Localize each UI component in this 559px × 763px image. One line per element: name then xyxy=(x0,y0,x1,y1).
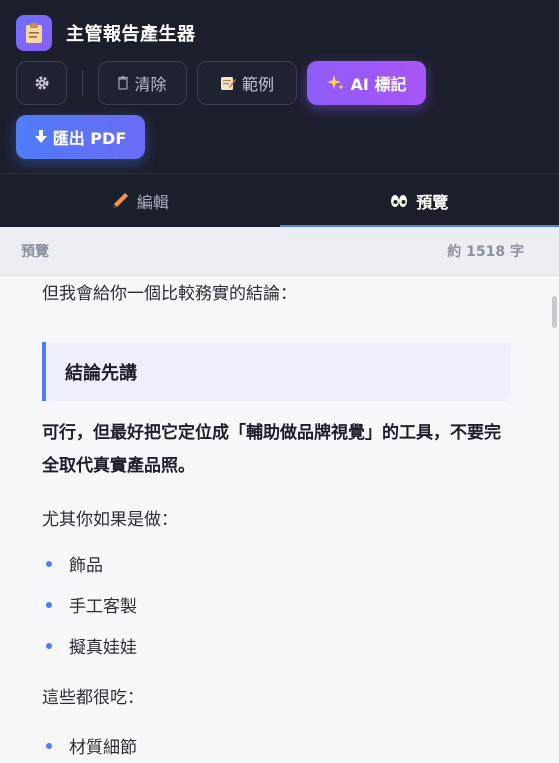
trash-icon xyxy=(118,76,129,90)
list-item-text: 飾品 xyxy=(69,556,103,576)
intro-paragraph: 但我會給你一個比較務實的結論： xyxy=(42,284,297,304)
export-pdf-label: 匯出 PDF xyxy=(52,129,127,148)
tab-preview-label: 預覽 xyxy=(416,192,449,212)
bullet-dot xyxy=(46,742,52,749)
list-item: 飾品 xyxy=(46,543,137,584)
pencil-icon xyxy=(111,192,129,210)
download-arrow-icon xyxy=(34,130,47,144)
category-list: 飾品 手工客製 擬真娃娃 xyxy=(46,543,137,666)
list-item: 手工客製 xyxy=(46,584,137,625)
example-button[interactable]: 範例 xyxy=(197,61,297,105)
list-item-text: 手工客製 xyxy=(69,597,137,617)
app-window: 主管報告產生器 清除 範例 AI 標記 匯出 PDF 編輯 預覽 預覽 約 15… xyxy=(0,0,559,763)
view-tabs: 編輯 預覽 xyxy=(0,173,559,227)
paragraph-especially: 尤其你如果是做： xyxy=(42,510,178,530)
settings-button[interactable] xyxy=(16,61,67,105)
clear-label: 清除 xyxy=(134,75,167,94)
paragraph-demanding: 這些都很吃： xyxy=(42,688,144,708)
toolbar: 清除 範例 AI 標記 xyxy=(16,61,426,105)
bold-statement: 可行，但最好把它定位成「輔助做品牌視覺」的工具，不要完全取代真實產品照。 xyxy=(42,423,501,476)
memo-icon xyxy=(220,75,236,91)
ai-mark-label: AI 標記 xyxy=(350,75,407,94)
list-item: 材質細節 xyxy=(46,725,137,763)
tab-preview[interactable]: 預覽 xyxy=(279,174,559,227)
app-header: 主管報告產生器 清除 範例 AI 標記 匯出 PDF xyxy=(0,0,559,173)
bullet-dot xyxy=(46,601,52,608)
ai-mark-button[interactable]: AI 標記 xyxy=(307,61,426,105)
clear-button[interactable]: 清除 xyxy=(98,61,187,105)
word-count: 約 1518 字 xyxy=(447,244,524,260)
example-label: 範例 xyxy=(241,75,274,94)
scrollbar-thumb[interactable] xyxy=(552,296,557,328)
callout-heading: 結論先講 xyxy=(42,342,511,401)
bullet-dot xyxy=(46,642,52,649)
clipboard-icon xyxy=(16,15,52,51)
eyes-icon xyxy=(390,194,408,208)
preview-label: 預覽 xyxy=(21,244,49,260)
preview-status-bar: 預覽 約 1518 字 xyxy=(0,227,559,276)
sparkles-icon xyxy=(326,74,345,92)
toolbar-divider xyxy=(82,70,83,96)
title-row: 主管報告產生器 xyxy=(16,15,196,51)
tab-edit[interactable]: 編輯 xyxy=(0,174,280,227)
preview-content[interactable]: 但我會給你一個比較務實的結論： 結論先講 可行，但最好把它定位成「輔助做品牌視覺… xyxy=(0,276,559,763)
tab-edit-label: 編輯 xyxy=(136,192,169,212)
detail-list: 材質細節 xyxy=(46,725,137,763)
bullet-dot xyxy=(46,560,52,567)
list-item: 擬真娃娃 xyxy=(46,625,137,666)
list-item-text: 材質細節 xyxy=(69,738,137,758)
app-title: 主管報告產生器 xyxy=(66,24,196,45)
gear-icon xyxy=(34,75,50,91)
list-item-text: 擬真娃娃 xyxy=(69,638,137,658)
export-pdf-button[interactable]: 匯出 PDF xyxy=(16,115,145,159)
callout-title: 結論先講 xyxy=(65,362,137,384)
